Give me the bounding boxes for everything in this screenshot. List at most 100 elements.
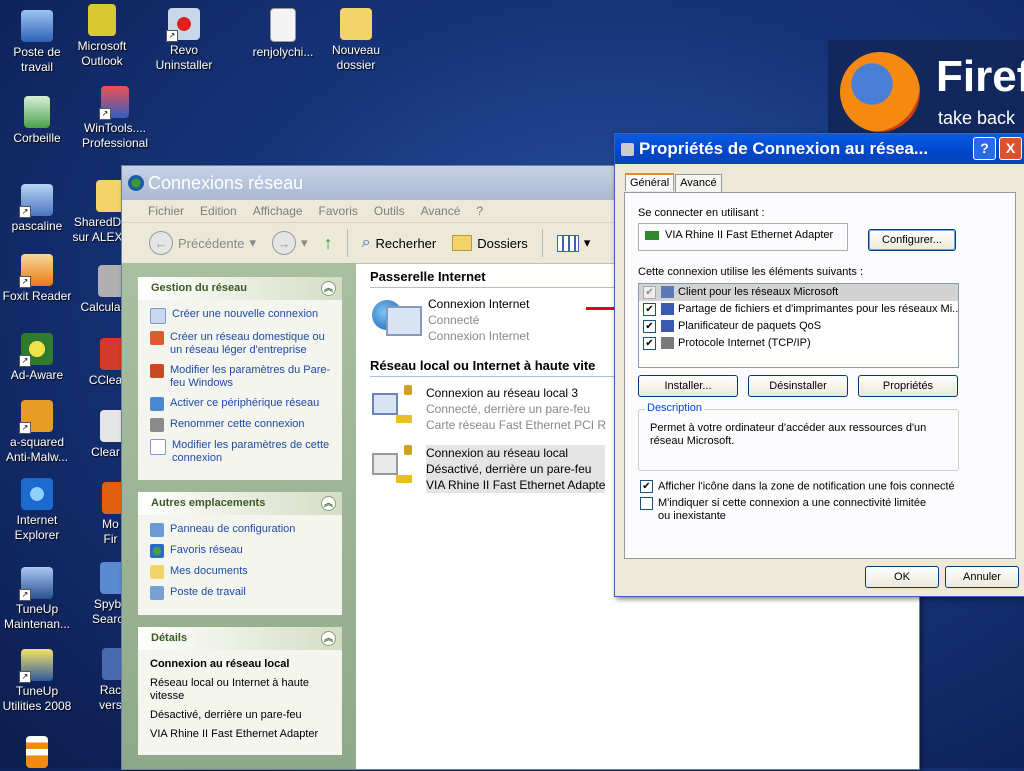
collapse-icon[interactable]: ︽ [321,631,336,646]
configure-button[interactable]: Configurer... [868,229,956,251]
checkbox-notify-limited[interactable] [640,497,653,510]
views-button[interactable]: ▾ [552,234,596,252]
task-pane: Gestion du réseau ︽ Créer une nouvelle co… [122,263,356,769]
component-tcpip[interactable]: ✔ Protocole Internet (TCP/IP) [639,335,958,352]
desktop-icon-new-folder[interactable]: Nouveau dossier [316,8,396,73]
forward-button[interactable]: → ▾ [267,231,313,255]
close-button[interactable]: X [999,137,1022,160]
new-connection-icon [150,308,166,324]
menu-tools[interactable]: Outils [366,200,413,222]
desktop-icon-pascaline[interactable]: ↗ pascaline [0,184,77,234]
network-tasks-panel: Gestion du réseau ︽ Créer une nouvelle co… [138,277,342,480]
collapse-icon[interactable]: ︽ [321,281,336,296]
internet-gateway-icon [372,296,422,344]
desktop-icon-calculator[interactable]: Calcula [78,265,123,315]
shortcut-icon [102,648,123,680]
show-icon-option[interactable]: ✔ Afficher l'icône dans la zone de notifi… [640,480,955,493]
desktop-icon-ccleaner[interactable]: CClea [88,338,123,388]
notify-limited-option[interactable]: M'indiquer si cette connexion a une conn… [640,497,940,523]
desktop-icon-internet-explorer[interactable]: Internet Explorer [0,478,77,543]
desktop-icon-asquared[interactable]: ↗ a-squared Anti-Malw... [0,400,77,465]
protocol-icon [661,337,674,350]
component-qos[interactable]: ✔ Planificateur de paquets QoS [639,318,958,335]
connect-using-label: Se connecter en utilisant : [638,207,765,219]
desktop-icon-outlook[interactable]: Microsoft Outlook [62,4,142,69]
network-tasks-header[interactable]: Gestion du réseau ︽ [138,277,342,300]
other-places-header[interactable]: Autres emplacements ︽ [138,492,342,515]
computer-icon [21,10,53,42]
menu-help[interactable]: ? [468,200,491,222]
clear-icon [100,410,123,442]
help-button[interactable]: ? [973,137,996,160]
back-button[interactable]: ← Précédente ▾ [144,231,261,255]
other-places-panel: Autres emplacements ︽ Panneau de configur… [138,492,342,615]
task-enable-device[interactable]: Activer ce périphérique réseau [150,397,334,411]
views-icon [556,234,579,252]
properties-button[interactable]: Propriétés [858,375,958,397]
network-client-icon [661,286,674,299]
desktop-icon-tuneup-utilities[interactable]: ↗ TuneUp Utilities 2008 [0,649,77,714]
desktop-icon-shared[interactable]: SharedD sur ALEX [70,180,125,245]
place-my-computer[interactable]: Poste de travail [150,586,334,600]
calculator-icon [98,265,123,297]
firefox-logo-icon [840,52,920,132]
menu-view[interactable]: Affichage [245,200,311,222]
forward-arrow-icon: → [272,231,297,255]
back-arrow-icon: ← [149,231,173,255]
place-my-documents[interactable]: Mes documents [150,565,334,579]
description-title: Description [645,402,705,414]
uninstall-button[interactable]: Désinstaller [748,375,848,397]
task-firewall-settings[interactable]: Modifier les paramètres du Pare-feu Wind… [150,364,334,390]
folder-icon [340,8,372,40]
checkbox-tcpip[interactable]: ✔ [643,336,656,350]
menu-edit[interactable]: Edition [192,200,245,222]
cancel-button[interactable]: Annuler [945,566,1019,588]
checkbox-show-icon[interactable]: ✔ [640,480,653,493]
dialog-titlebar[interactable]: Propriétés de Connexion au résea... ? X [615,134,1024,164]
search-button[interactable]: ⌕ Recherher [357,234,442,252]
checkbox-file-sharing[interactable]: ✔ [643,302,656,316]
desktop-icon-adaware[interactable]: ↗ Ad-Aware [0,333,77,383]
up-button[interactable]: ↑ [319,233,338,254]
description-group: Description Permet à votre ordinateur d'… [638,402,959,471]
home-network-icon [150,331,164,345]
component-ms-client[interactable]: ✔ Client pour les réseaux Microsoft [639,284,958,301]
task-home-network[interactable]: Créer un réseau domestique ou un réseau … [150,331,334,357]
firefox-icon [102,482,123,514]
computer-icon: ↗ [19,184,53,218]
task-connection-settings[interactable]: Modifier les paramètres de cette connexi… [150,439,334,465]
desktop-icon-clear[interactable]: Clear [88,410,123,460]
menu-file[interactable]: Fichier [140,200,192,222]
component-file-sharing[interactable]: ✔ Partage de fichiers et d'imprimantes po… [639,301,958,318]
checkbox-ms-client[interactable]: ✔ [643,285,656,299]
desktop-icon-vlc[interactable] [0,736,77,771]
desktop-icon-foxit[interactable]: ↗ Foxit Reader [0,254,77,304]
desktop-icon-rac[interactable]: Rac vers [98,648,123,713]
checkbox-qos[interactable]: ✔ [643,319,656,333]
details-header[interactable]: Détails ︽ [138,627,342,650]
components-list: ✔ Client pour les réseaux Microsoft ✔ Part… [638,283,959,368]
desktop-icon-wintools[interactable]: ↗ WinTools.... Professional [75,86,155,151]
desktop-icon-tuneup-maintenance[interactable]: ↗ TuneUp Maintenan... [0,567,77,632]
collapse-icon[interactable]: ︽ [321,496,336,511]
asquared-icon: ↗ [19,400,53,434]
ok-button[interactable]: OK [865,566,939,588]
desktop-icon-mozilla[interactable]: Mo Fir [98,482,123,547]
desktop-icon-revo[interactable]: ↗ Revo Uninstaller [144,8,224,73]
internet-explorer-icon [21,478,53,510]
documents-icon [150,565,164,579]
install-button[interactable]: Installer... [638,375,738,397]
folders-button[interactable]: Dossiers [447,235,533,251]
place-control-panel[interactable]: Panneau de configuration [150,523,334,537]
menu-advanced[interactable]: Avancé [413,200,469,222]
desktop-icon-wav[interactable]: renjolychi... [243,8,323,60]
desktop-icon-spybot[interactable]: Spyb Searc [92,562,123,627]
tab-general[interactable]: Général [625,173,675,191]
desktop-icon-recycle-bin[interactable]: Corbeille [0,96,77,146]
recycle-bin-icon [24,96,50,128]
task-create-connection[interactable]: Créer une nouvelle connexion [150,308,334,324]
tab-advanced[interactable]: Avancé [675,174,722,192]
task-rename-connection[interactable]: Renommer cette connexion [150,418,334,432]
menu-favorites[interactable]: Favoris [311,200,366,222]
place-network-favorites[interactable]: Favoris réseau [150,544,334,558]
